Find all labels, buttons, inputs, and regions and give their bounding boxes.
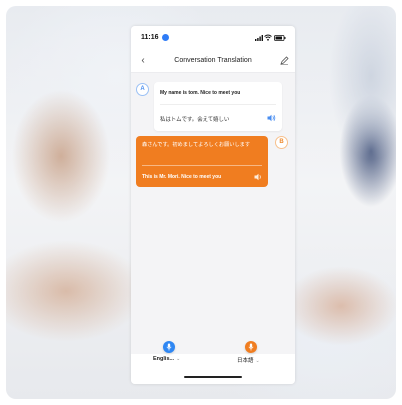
message-divider	[160, 104, 276, 105]
language-selector-left[interactable]: Englis... ⌄	[153, 356, 180, 362]
signal-icon	[255, 35, 263, 41]
message-translation-text: This is Mr. Mori. Nice to meet you	[142, 174, 222, 180]
mic-button-left[interactable]	[163, 341, 175, 353]
speaker-icon[interactable]	[254, 173, 263, 181]
message-original-text: My name is tom. Nice to meet you	[160, 90, 241, 96]
edit-icon[interactable]	[280, 56, 289, 65]
language-left-label: Englis...	[153, 356, 175, 362]
language-selector-right[interactable]: 日本語 ⌄	[237, 356, 260, 364]
speaker-b-avatar: B	[275, 136, 288, 149]
battery-icon	[274, 35, 286, 41]
message-translation-text: 私はトムです。会えて嬉しい	[160, 117, 230, 123]
back-icon[interactable]: ‹	[137, 55, 149, 67]
message-bubble-a[interactable]: My name is tom. Nice to meet you 私はトムです。…	[154, 82, 282, 131]
chevron-down-icon: ⌄	[255, 358, 260, 364]
home-indicator	[184, 376, 242, 378]
microphone-icon	[166, 343, 172, 351]
microphone-icon	[248, 343, 254, 351]
page-title: Conversation Translation	[174, 57, 252, 64]
status-time: 11:16	[141, 34, 159, 41]
mic-button-right[interactable]	[245, 341, 257, 353]
chevron-down-icon: ⌄	[176, 356, 181, 362]
navigation-bar: ‹ Conversation Translation	[131, 50, 295, 73]
message-bubble-b[interactable]: 森さんです。初めましてよろしくお願いします This is Mr. Mori. …	[136, 136, 268, 187]
wifi-icon	[264, 34, 272, 41]
phone-screen: 11:16 ‹ Conversation Translation A My na	[131, 26, 295, 384]
language-right-label: 日本語	[237, 358, 254, 364]
status-bar: 11:16	[131, 26, 295, 50]
speaker-icon[interactable]	[267, 114, 276, 122]
speaker-a-avatar: A	[136, 83, 149, 96]
message-divider	[142, 165, 262, 166]
location-indicator-icon	[162, 34, 169, 41]
message-original-text: 森さんです。初めましてよろしくお願いします	[142, 142, 251, 148]
